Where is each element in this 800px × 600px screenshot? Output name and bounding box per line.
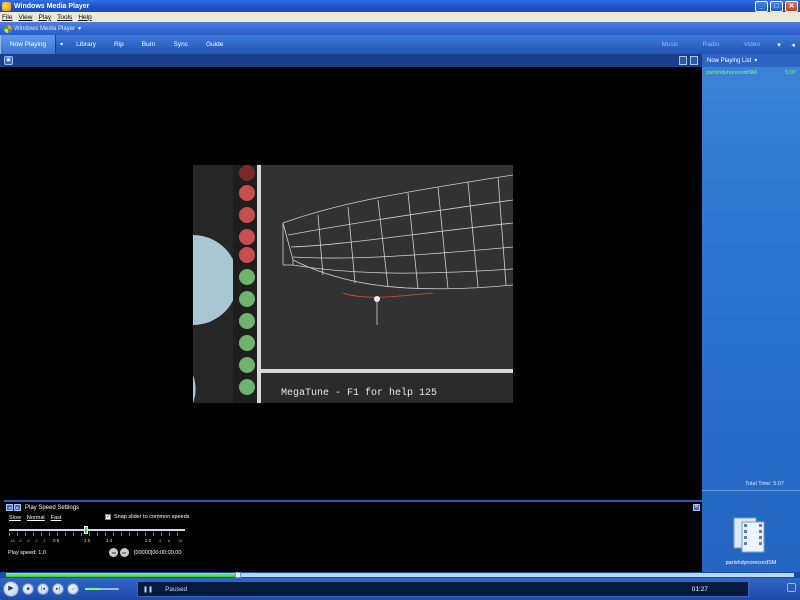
- video-file-icon: [733, 517, 765, 553]
- player-menu-chevron-icon[interactable]: ▾: [78, 25, 81, 32]
- now-playing-list-label: Now Playing List: [707, 57, 752, 64]
- tick-label: -1: [42, 538, 46, 543]
- seek-progress: [6, 573, 235, 577]
- tab-guide[interactable]: Guide: [197, 35, 232, 54]
- visualization-icon[interactable]: [679, 56, 687, 65]
- slider-ticks: [9, 533, 185, 536]
- status-display: ❚❚ Paused 01:27: [137, 581, 749, 597]
- tick-label: 8: [168, 538, 171, 543]
- tick-label: -8: [18, 538, 22, 543]
- video-toolbar: ▣: [0, 54, 702, 67]
- tick-label: 0.5: [53, 538, 60, 543]
- maximize-button[interactable]: □: [770, 0, 783, 12]
- menu-bar: File View Play Tools Help: [0, 12, 800, 22]
- player-header: Windows Media Player ▾: [0, 22, 800, 35]
- stop-button[interactable]: ■: [22, 583, 34, 595]
- play-button[interactable]: ▶: [3, 581, 19, 597]
- close-enhancements-button[interactable]: ✕: [693, 504, 700, 511]
- tick-label: 1.0: [84, 538, 91, 543]
- tab-video[interactable]: Video: [731, 35, 772, 54]
- tab-sync[interactable]: Sync: [165, 35, 197, 54]
- tab-rip[interactable]: Rip: [105, 35, 133, 54]
- speed-normal-link[interactable]: Normal: [27, 515, 45, 521]
- transport-controls: ▶ ■ |◂ ▸| ♪ ❚❚ Paused 01:27: [0, 578, 800, 600]
- player-title: Windows Media Player: [14, 25, 76, 32]
- total-time: Total Time: 5:07: [745, 481, 784, 487]
- tab-now-playing-dropdown-icon[interactable]: ▾: [56, 35, 67, 54]
- back-arrow-icon[interactable]: ◂: [786, 35, 800, 54]
- next-enhancement-button[interactable]: ▸: [14, 504, 21, 511]
- next-button[interactable]: ▸|: [52, 583, 64, 595]
- tick-label: 1.4: [106, 538, 113, 543]
- mute-button[interactable]: ♪: [67, 583, 79, 595]
- pause-icon: ❚❚: [143, 586, 154, 593]
- playback-status: Paused: [165, 585, 188, 593]
- frame-timecode: [00000]00:00:00.00: [134, 550, 182, 556]
- app-icon: [2, 1, 11, 11]
- elapsed-time[interactable]: 01:27: [692, 586, 708, 593]
- tab-library[interactable]: Library: [67, 35, 105, 54]
- title-bar: Windows Media Player _ □ ✕: [0, 0, 800, 12]
- now-playing-list-dropdown[interactable]: Now Playing List ▾: [702, 54, 800, 67]
- feature-taskbar: Now Playing ▾ Library Rip Burn Sync Guid…: [0, 35, 800, 54]
- menu-file[interactable]: File: [2, 14, 12, 21]
- tick-label: 16: [178, 538, 183, 543]
- snap-slider-label: Snap slider to common speeds: [114, 514, 190, 520]
- tick-label: -4: [26, 538, 30, 543]
- play-speed-settings-title: Play Speed Settings: [25, 504, 80, 511]
- video-still: MegaTune - F1 for help 125: [193, 165, 513, 403]
- tab-now-playing[interactable]: Now Playing: [0, 35, 57, 54]
- list-item[interactable]: parishdynorecordSM 5:07: [702, 67, 800, 76]
- play-speed-value: Play speed: 1.0: [8, 550, 46, 556]
- chevron-down-icon: ▾: [754, 58, 758, 64]
- menu-play[interactable]: Play: [38, 14, 51, 21]
- menu-view[interactable]: View: [18, 14, 32, 21]
- wmp-logo-icon: [4, 24, 12, 33]
- tab-burn[interactable]: Burn: [133, 35, 165, 54]
- speed-slow-link[interactable]: Slow: [9, 515, 21, 521]
- playlist-item-title: parishdynorecordSM: [706, 70, 757, 76]
- current-media-name: parishdynorecordSM: [725, 560, 777, 566]
- checkbox-checked-icon[interactable]: ✓: [105, 514, 111, 520]
- menu-tools[interactable]: Tools: [57, 14, 72, 21]
- tab-radio[interactable]: Radio: [691, 35, 732, 54]
- video-caption: MegaTune - F1 for help 125: [281, 387, 437, 399]
- volume-level: [85, 588, 100, 590]
- forward-frame-button[interactable]: ▸▸: [120, 548, 129, 557]
- divider: [702, 490, 800, 491]
- tab-music[interactable]: Music: [650, 35, 691, 54]
- tick-label: -16: [9, 538, 15, 543]
- tick-label: 4: [159, 538, 162, 543]
- close-button[interactable]: ✕: [785, 0, 798, 12]
- video-frame[interactable]: MegaTune - F1 for help 125: [193, 165, 513, 403]
- snap-slider-checkbox[interactable]: ✓ Snap slider to common speeds: [105, 514, 190, 520]
- window-title: Windows Media Player: [14, 2, 90, 10]
- playlist-toggle-icon[interactable]: [690, 56, 698, 65]
- playlist-item-duration: 5:07: [785, 70, 796, 76]
- play-speed-settings-panel: ◂ ▸ Play Speed Settings ✕ Slow Normal Fa…: [4, 500, 702, 572]
- minimize-button[interactable]: _: [755, 0, 768, 12]
- video-area[interactable]: MegaTune - F1 for help 125: [4, 67, 702, 500]
- menu-help[interactable]: Help: [78, 14, 91, 21]
- tick-label: -2: [34, 538, 38, 543]
- rewind-frame-button[interactable]: ◂◂: [109, 548, 118, 557]
- taskbar-menu-chevron-icon[interactable]: ▾: [772, 35, 786, 54]
- view-options-icon[interactable]: ▣: [4, 56, 13, 65]
- previous-button[interactable]: |◂: [37, 583, 49, 595]
- speed-fast-link[interactable]: Fast: [51, 515, 62, 521]
- previous-enhancement-button[interactable]: ◂: [6, 504, 13, 511]
- volume-slider[interactable]: [85, 586, 119, 592]
- full-mode-icon[interactable]: [787, 583, 796, 592]
- tick-label: 2.0: [145, 538, 152, 543]
- play-speed-slider[interactable]: [9, 529, 185, 531]
- now-playing-list-panel: Now Playing List ▾ parishdynorecordSM 5:…: [702, 54, 800, 572]
